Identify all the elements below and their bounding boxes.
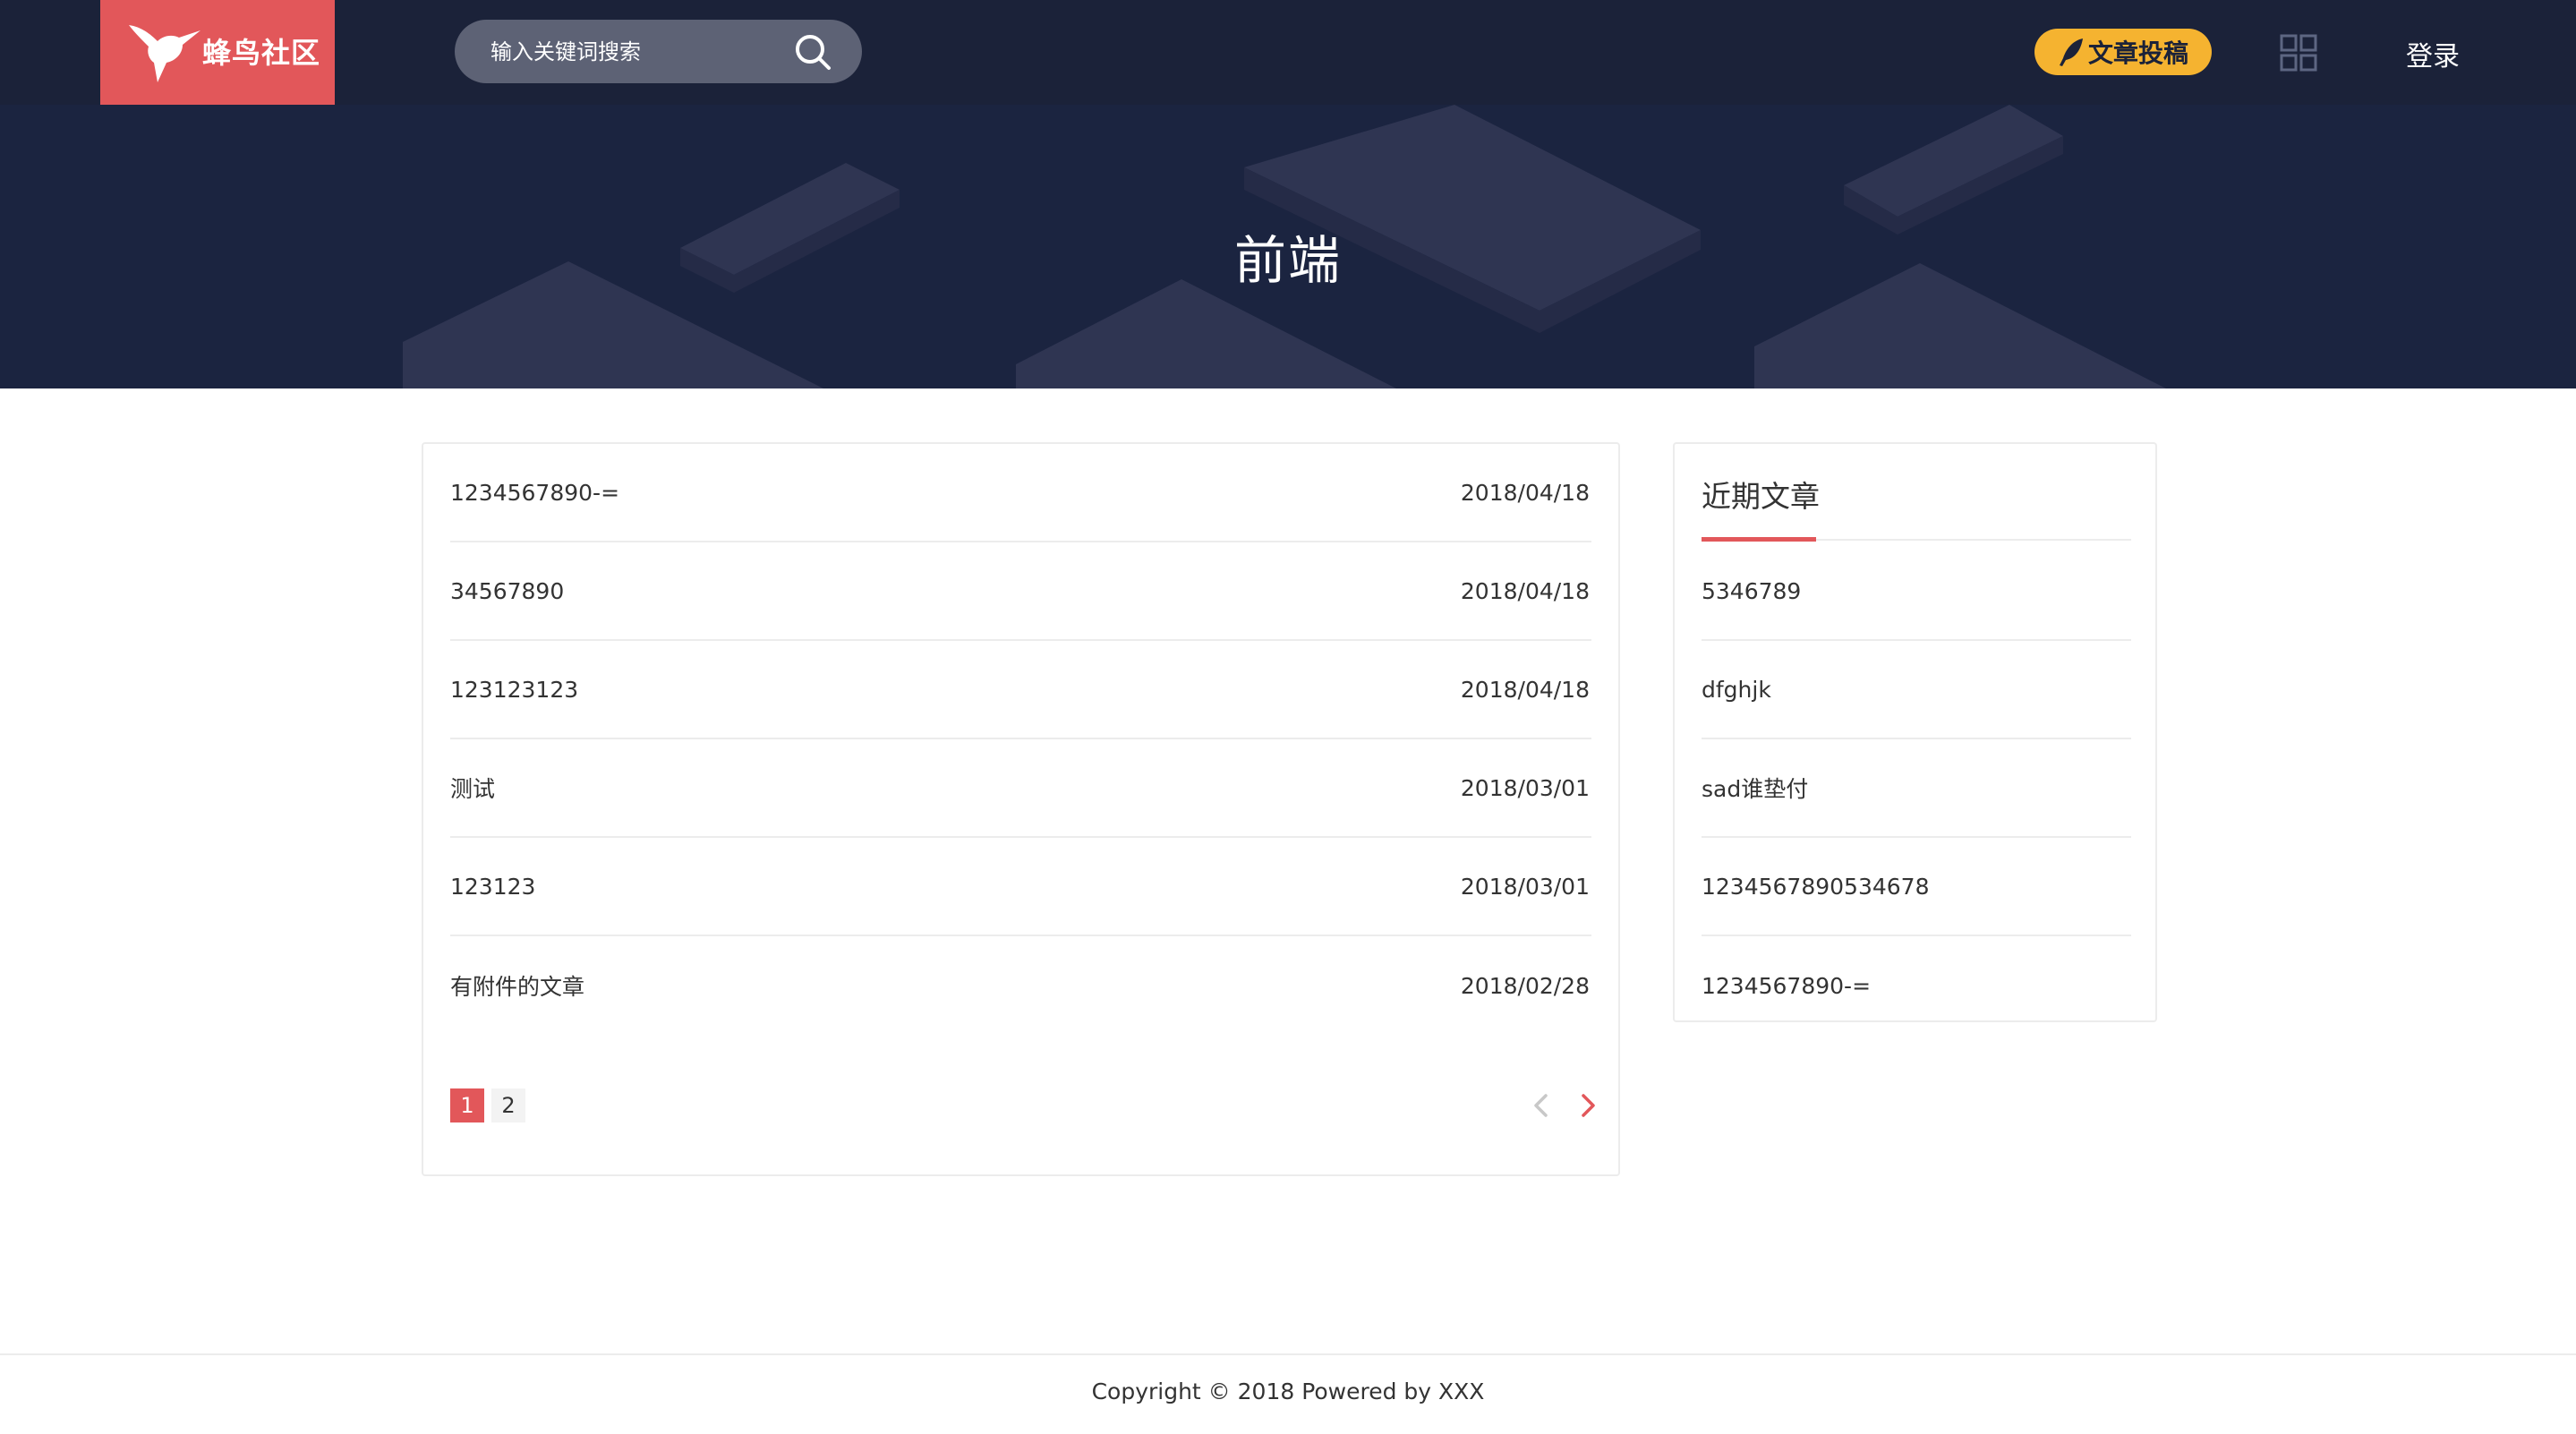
page-title: 前端 — [1233, 230, 1342, 291]
article-title[interactable]: 1234567890-= — [450, 480, 619, 506]
recent-item[interactable]: 1234567890534678 — [1702, 838, 2131, 936]
article-title[interactable]: 测试 — [450, 772, 495, 804]
article-date: 2018/04/18 — [1460, 577, 1590, 604]
article-row[interactable]: 123123123 2018/04/18 — [450, 641, 1591, 739]
recent-item[interactable]: dfghjk — [1702, 641, 2131, 739]
article-row[interactable]: 测试 2018/03/01 — [450, 739, 1591, 838]
article-date: 2018/02/28 — [1460, 972, 1590, 999]
page-button-1[interactable]: 1 — [450, 1088, 484, 1122]
recent-item[interactable]: 5346789 — [1702, 542, 2131, 641]
article-date: 2018/04/18 — [1460, 676, 1590, 703]
recent-articles-card: 近期文章 5346789 dfghjk sad谁垫付 1234567890534… — [1673, 442, 2157, 1022]
recent-list: 5346789 dfghjk sad谁垫付 1234567890534678 1… — [1702, 542, 2131, 1035]
article-title[interactable]: 123123123 — [450, 677, 578, 703]
chevron-left-icon[interactable] — [1526, 1090, 1557, 1121]
recent-item[interactable]: sad谁垫付 — [1702, 739, 2131, 838]
article-date: 2018/04/18 — [1460, 479, 1590, 506]
article-row[interactable]: 34567890 2018/04/18 — [450, 542, 1591, 641]
footer: Copyright © 2018 Powered by XXX — [0, 1353, 2576, 1434]
grid-icon[interactable] — [2280, 34, 2317, 72]
contribute-label: 文章投稿 — [2087, 38, 2188, 68]
copyright-text: Copyright © 2018 Powered by XXX — [1091, 1378, 1485, 1404]
pagination: 1 2 — [450, 1088, 525, 1122]
article-row[interactable]: 1234567890-= 2018/04/18 — [450, 444, 1591, 542]
category-banner: 前端 — [0, 105, 2576, 388]
top-navbar: 蜂鸟社区 文章投稿 登录 — [0, 0, 2576, 105]
article-row[interactable]: 123123 2018/03/01 — [450, 838, 1591, 936]
heading-accent — [1702, 537, 1816, 542]
recent-item[interactable]: 1234567890-= — [1702, 936, 2131, 1035]
logo-text: 蜂鸟社区 — [202, 36, 321, 70]
article-title[interactable]: 有附件的文章 — [450, 969, 584, 1002]
logo[interactable]: 蜂鸟社区 — [100, 0, 335, 105]
article-title[interactable]: 34567890 — [450, 578, 564, 604]
search-box — [455, 20, 862, 83]
login-link[interactable]: 登录 — [2406, 34, 2460, 73]
article-row[interactable]: 有附件的文章 2018/02/28 — [450, 936, 1591, 1035]
hummingbird-icon — [129, 25, 200, 82]
article-list-card: 1234567890-= 2018/04/18 34567890 2018/04… — [422, 442, 1620, 1176]
article-date: 2018/03/01 — [1460, 873, 1590, 900]
chevron-right-icon[interactable] — [1573, 1090, 1603, 1121]
article-date: 2018/03/01 — [1460, 774, 1590, 801]
recent-heading: 近期文章 — [1702, 479, 1820, 514]
contribute-button[interactable]: 文章投稿 — [2034, 29, 2212, 75]
quill-icon — [2059, 38, 2083, 66]
search-icon[interactable] — [793, 32, 832, 72]
article-title[interactable]: 123123 — [450, 874, 535, 900]
search-input[interactable] — [489, 36, 775, 68]
article-list: 1234567890-= 2018/04/18 34567890 2018/04… — [450, 444, 1591, 1035]
page-button-2[interactable]: 2 — [491, 1088, 525, 1122]
